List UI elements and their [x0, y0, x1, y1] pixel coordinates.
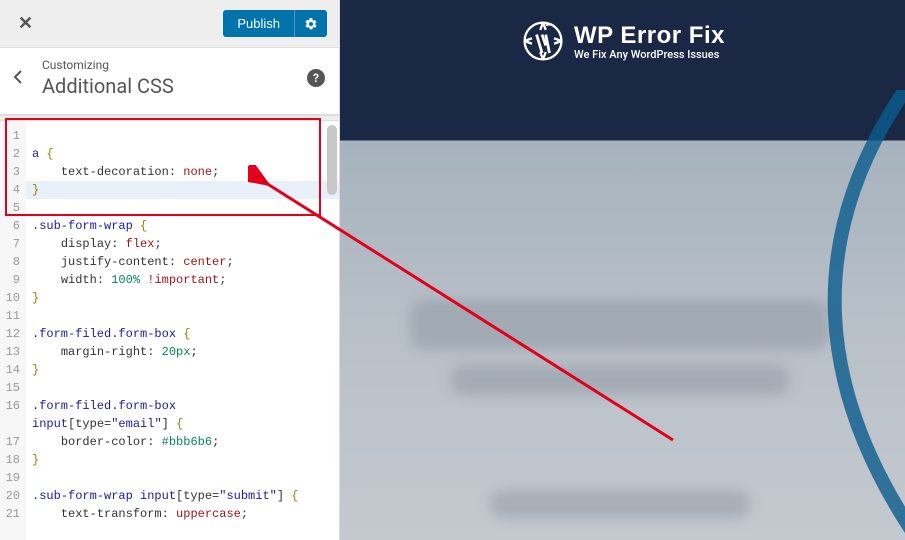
breadcrumb-row: Customizing Additional CSS ? — [0, 48, 339, 115]
customizer-sidebar: ✕ Publish Customizing Additional CSS ? 1… — [0, 0, 340, 540]
breadcrumb-label: Customizing — [42, 58, 307, 72]
blurred-content — [450, 365, 790, 395]
scrollbar-thumb[interactable] — [327, 125, 337, 195]
css-code-editor[interactable]: 123456789101112131415161718192021 a { te… — [0, 121, 339, 540]
brand-logo-icon — [520, 18, 566, 64]
code-content[interactable]: a { text-decoration: none;} .sub-form-wr… — [26, 121, 339, 540]
section-title: Additional CSS — [42, 74, 307, 98]
line-gutter: 123456789101112131415161718192021 — [0, 121, 26, 540]
brand: WP Error Fix We Fix Any WordPress Issues — [520, 18, 725, 64]
site-preview: WP Error Fix We Fix Any WordPress Issues — [340, 0, 905, 540]
sidebar-header: ✕ Publish — [0, 0, 339, 48]
publish-button[interactable]: Publish — [223, 10, 294, 37]
brand-tagline: We Fix Any WordPress Issues — [574, 48, 725, 61]
chevron-left-icon — [12, 70, 24, 84]
blurred-content — [490, 490, 750, 518]
publish-settings-button[interactable] — [294, 10, 327, 37]
breadcrumb-text: Customizing Additional CSS — [42, 58, 307, 98]
brand-text: WP Error Fix We Fix Any WordPress Issues — [574, 22, 725, 61]
brand-title: WP Error Fix — [574, 22, 725, 50]
preview-header: WP Error Fix We Fix Any WordPress Issues — [340, 0, 905, 68]
back-button[interactable] — [10, 68, 32, 89]
gear-icon — [304, 17, 318, 31]
close-button[interactable]: ✕ — [12, 11, 39, 36]
help-icon[interactable]: ? — [307, 69, 325, 87]
preview-accent — [745, 90, 905, 540]
publish-group: Publish — [223, 10, 327, 37]
